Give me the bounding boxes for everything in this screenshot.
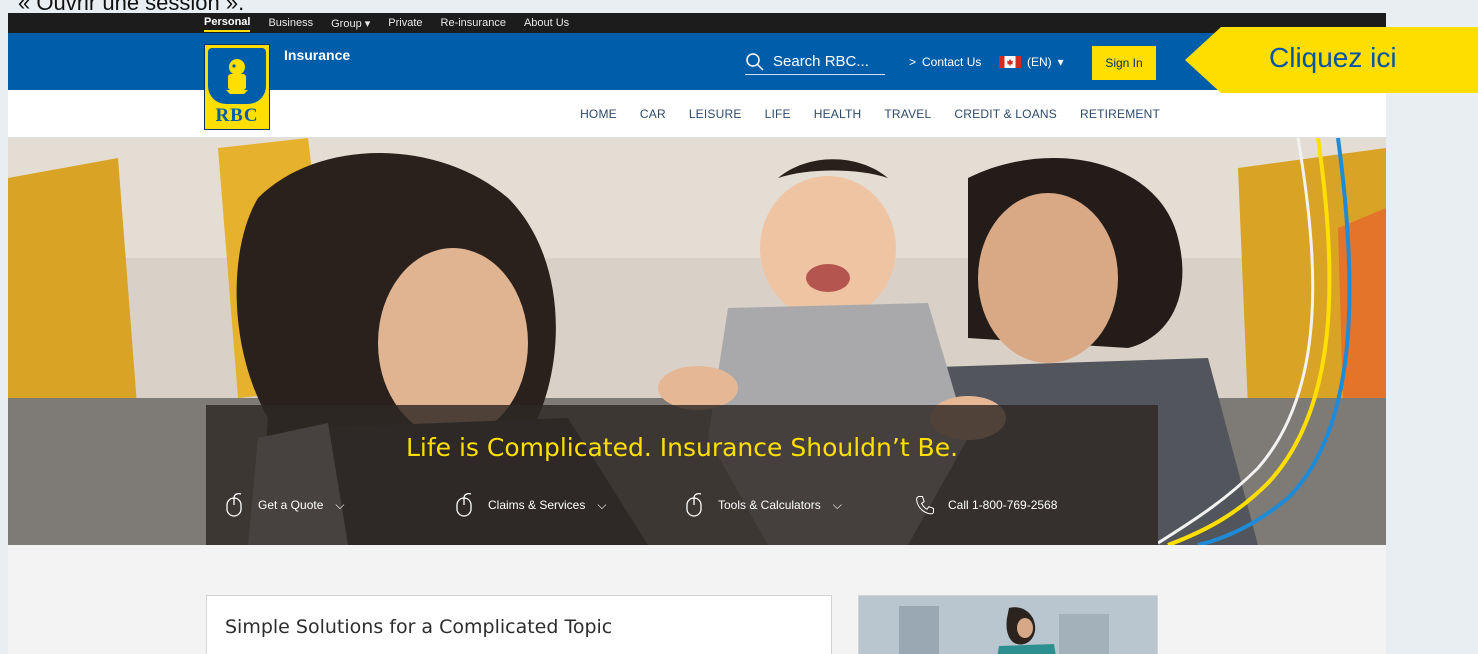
mouse-icon bbox=[456, 492, 472, 517]
sign-in-button[interactable]: Sign In bbox=[1092, 46, 1156, 80]
utility-link-private[interactable]: Private bbox=[388, 17, 422, 29]
search-input[interactable]: Search RBC... bbox=[745, 49, 885, 75]
hero-banner: Life is Complicated. Insurance Shouldn’t… bbox=[8, 138, 1386, 545]
chevron-down-icon: ⌵ bbox=[597, 497, 607, 512]
hero-overlay-panel: Life is Complicated. Insurance Shouldn’t… bbox=[206, 405, 1158, 545]
utility-link-business[interactable]: Business bbox=[268, 17, 313, 29]
utility-link-personal[interactable]: Personal bbox=[204, 14, 251, 32]
utility-link-group[interactable]: Group ▾ bbox=[331, 17, 370, 30]
canada-flag-icon bbox=[999, 56, 1021, 68]
promo-person-image bbox=[859, 596, 1157, 654]
logo-wordmark: RBC bbox=[215, 105, 259, 126]
claims-services-link[interactable]: Claims & Services ⌵ bbox=[454, 492, 684, 518]
call-phone-link[interactable]: Call 1-800-769-2568 bbox=[914, 492, 1144, 518]
contact-us-label: Contact Us bbox=[922, 55, 982, 69]
mouse-icon bbox=[686, 492, 702, 517]
search-placeholder: Search RBC... bbox=[773, 53, 869, 70]
tools-calculators-label: Tools & Calculators bbox=[718, 498, 821, 512]
callout-label: Cliquez ici bbox=[1269, 42, 1397, 73]
hero-headline: Life is Complicated. Insurance Shouldn’t… bbox=[405, 433, 959, 462]
tools-calculators-link[interactable]: Tools & Calculators ⌵ bbox=[684, 492, 914, 518]
call-phone-label: Call 1-800-769-2568 bbox=[948, 498, 1058, 512]
chevron-down-icon: ▾ bbox=[1057, 55, 1064, 69]
search-icon bbox=[746, 52, 764, 71]
main-nav-items: HOME CAR LEISURE LIFE HEALTH TRAVEL CRED… bbox=[580, 90, 1160, 138]
utility-nav: Personal Business Group ▾ Private Re-ins… bbox=[204, 13, 569, 33]
nav-item-credit-loans[interactable]: CREDIT & LOANS bbox=[954, 107, 1057, 121]
nav-item-home[interactable]: HOME bbox=[580, 107, 617, 121]
lion-icon bbox=[226, 59, 248, 94]
nav-item-leisure[interactable]: LEISURE bbox=[689, 107, 742, 121]
promo-image-card[interactable] bbox=[858, 595, 1158, 654]
utility-link-about-us[interactable]: About Us bbox=[524, 17, 569, 29]
nav-item-health[interactable]: HEALTH bbox=[814, 107, 862, 121]
solutions-card: Simple Solutions for a Complicated Topic bbox=[206, 595, 832, 654]
browser-page: Personal Business Group ▾ Private Re-ins… bbox=[8, 13, 1386, 654]
claims-services-label: Claims & Services bbox=[488, 498, 586, 512]
get-a-quote-link[interactable]: Get a Quote ⌵ bbox=[224, 492, 454, 518]
utility-bar: Personal Business Group ▾ Private Re-ins… bbox=[8, 13, 1386, 33]
section-title: Insurance bbox=[284, 47, 351, 63]
language-label: (EN) bbox=[1027, 55, 1052, 69]
nav-item-car[interactable]: CAR bbox=[640, 107, 666, 121]
solutions-card-title: Simple Solutions for a Complicated Topic bbox=[225, 616, 613, 638]
nav-item-retirement[interactable]: RETIREMENT bbox=[1080, 107, 1160, 121]
contact-arrow-icon: > bbox=[909, 55, 917, 69]
nav-item-travel[interactable]: TRAVEL bbox=[884, 107, 931, 121]
mouse-icon bbox=[226, 492, 242, 517]
hero-quick-links: Get a Quote ⌵ Claims & Services ⌵ Tools … bbox=[224, 492, 1144, 518]
phone-icon bbox=[916, 496, 934, 515]
logo-shield bbox=[208, 48, 266, 104]
get-a-quote-label: Get a Quote bbox=[258, 498, 324, 512]
rbc-logo[interactable]: RBC bbox=[204, 44, 270, 130]
nav-item-life[interactable]: LIFE bbox=[765, 107, 791, 121]
click-here-callout[interactable]: Cliquez ici bbox=[1185, 27, 1478, 93]
chevron-down-icon: ⌵ bbox=[832, 497, 842, 512]
utility-link-reinsurance[interactable]: Re-insurance bbox=[441, 17, 506, 29]
language-selector[interactable]: (EN) ▾ bbox=[999, 55, 1064, 69]
contact-us-link[interactable]: > Contact Us bbox=[909, 55, 981, 69]
chevron-down-icon: ⌵ bbox=[335, 497, 345, 512]
